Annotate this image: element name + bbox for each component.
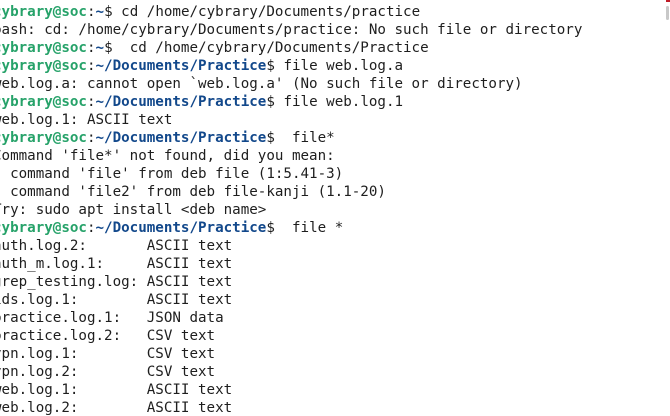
prompt-separator: : bbox=[86, 40, 96, 56]
terminal-output: cybrary@soc:~$ cd /home/cybrary/Document… bbox=[0, 3, 582, 416]
prompt-user: cybrary@soc bbox=[0, 94, 87, 110]
output-text: web.log.1: ASCII text bbox=[0, 382, 233, 398]
prompt-path: ~/Documents/Practice bbox=[95, 130, 267, 146]
output-text: web.log.1: ASCII text bbox=[0, 112, 173, 128]
output-text: auth_m.log.1: ASCII text bbox=[0, 256, 233, 272]
prompt-symbol: $ bbox=[266, 220, 292, 236]
output-line: bash: cd: /home/cybrary/Documents/practi… bbox=[0, 21, 582, 39]
prompt-user: cybrary@soc bbox=[0, 4, 87, 20]
output-line: web.log.1: ASCII text bbox=[0, 111, 582, 129]
output-line: ids.log.1: ASCII text bbox=[0, 291, 582, 309]
prompt-symbol: $ bbox=[104, 40, 130, 56]
output-line: vpn.log.1: CSV text bbox=[0, 345, 582, 363]
output-text: bash: cd: /home/cybrary/Documents/practi… bbox=[0, 22, 583, 38]
red-edge-marker bbox=[666, 0, 670, 2]
command-text: file web.log.1 bbox=[283, 94, 404, 110]
prompt-symbol: $ bbox=[104, 4, 122, 20]
output-line: Command 'file*' not found, did you mean: bbox=[0, 147, 582, 165]
command-text: cd /home/cybrary/Documents/Practice bbox=[129, 40, 429, 56]
output-text: command 'file2' from deb file-kanji (1.1… bbox=[0, 184, 386, 200]
prompt-line: cybrary@soc:~$ cd /home/cybrary/Document… bbox=[0, 3, 582, 21]
prompt-user: cybrary@soc bbox=[0, 40, 87, 56]
output-line: grep_testing.log: ASCII text bbox=[0, 273, 582, 291]
prompt-line: cybrary@soc:~/Documents/Practice$ file w… bbox=[0, 93, 582, 111]
prompt-separator: : bbox=[86, 94, 96, 110]
prompt-symbol: $ bbox=[266, 130, 292, 146]
output-text: vpn.log.1: CSV text bbox=[0, 346, 216, 362]
output-text: Command 'file*' not found, did you mean: bbox=[0, 148, 335, 164]
prompt-path: ~ bbox=[95, 4, 105, 20]
output-line: Try: sudo apt install <deb name> bbox=[0, 201, 582, 219]
output-line: vpn.log.2: CSV text bbox=[0, 363, 582, 381]
command-text: file * bbox=[291, 220, 344, 236]
prompt-separator: : bbox=[86, 130, 96, 146]
command-text: file* bbox=[291, 130, 335, 146]
terminal-window[interactable]: cybrary@soc:~$ cd /home/cybrary/Document… bbox=[0, 0, 670, 416]
prompt-line: cybrary@soc:~/Documents/Practice$ file * bbox=[0, 219, 582, 237]
prompt-separator: : bbox=[86, 4, 96, 20]
output-line: web.log.2: ASCII text bbox=[0, 399, 582, 416]
output-text: practice.log.2: CSV text bbox=[0, 328, 216, 344]
output-line: practice.log.1: JSON data bbox=[0, 309, 582, 327]
prompt-path: ~/Documents/Practice bbox=[95, 220, 267, 236]
prompt-user: cybrary@soc bbox=[0, 130, 87, 146]
output-line: command 'file' from deb file (1:5.41-3) bbox=[0, 165, 582, 183]
prompt-separator: : bbox=[86, 220, 96, 236]
output-line: web.log.1: ASCII text bbox=[0, 381, 582, 399]
output-text: auth.log.2: ASCII text bbox=[0, 238, 233, 254]
output-text: vpn.log.2: CSV text bbox=[0, 364, 216, 380]
prompt-user: cybrary@soc bbox=[0, 58, 87, 74]
prompt-symbol: $ bbox=[266, 94, 284, 110]
prompt-path: ~/Documents/Practice bbox=[95, 94, 267, 110]
output-line: auth.log.2: ASCII text bbox=[0, 237, 582, 255]
command-text: cd /home/cybrary/Documents/practice bbox=[121, 4, 421, 20]
output-line: command 'file2' from deb file-kanji (1.1… bbox=[0, 183, 582, 201]
prompt-path: ~ bbox=[95, 40, 105, 56]
output-text: web.log.a: cannot open `web.log.a' (No s… bbox=[0, 76, 523, 92]
prompt-line: cybrary@soc:~$ cd /home/cybrary/Document… bbox=[0, 39, 582, 57]
command-text: file web.log.a bbox=[283, 58, 404, 74]
output-text: grep_testing.log: ASCII text bbox=[0, 274, 233, 290]
prompt-user: cybrary@soc bbox=[0, 220, 87, 236]
output-text: ids.log.1: ASCII text bbox=[0, 292, 233, 308]
output-line: web.log.a: cannot open `web.log.a' (No s… bbox=[0, 75, 582, 93]
output-text: command 'file' from deb file (1:5.41-3) bbox=[0, 166, 344, 182]
output-text: web.log.2: ASCII text bbox=[0, 400, 233, 416]
scrollbar-thumb[interactable] bbox=[666, 6, 669, 20]
prompt-separator: : bbox=[86, 58, 96, 74]
output-text: practice.log.1: JSON data bbox=[0, 310, 224, 326]
output-text: Try: sudo apt install <deb name> bbox=[0, 202, 267, 218]
output-line: auth_m.log.1: ASCII text bbox=[0, 255, 582, 273]
prompt-path: ~/Documents/Practice bbox=[95, 58, 267, 74]
output-line: practice.log.2: CSV text bbox=[0, 327, 582, 345]
prompt-line: cybrary@soc:~/Documents/Practice$ file* bbox=[0, 129, 582, 147]
prompt-line: cybrary@soc:~/Documents/Practice$ file w… bbox=[0, 57, 582, 75]
prompt-symbol: $ bbox=[266, 58, 284, 74]
